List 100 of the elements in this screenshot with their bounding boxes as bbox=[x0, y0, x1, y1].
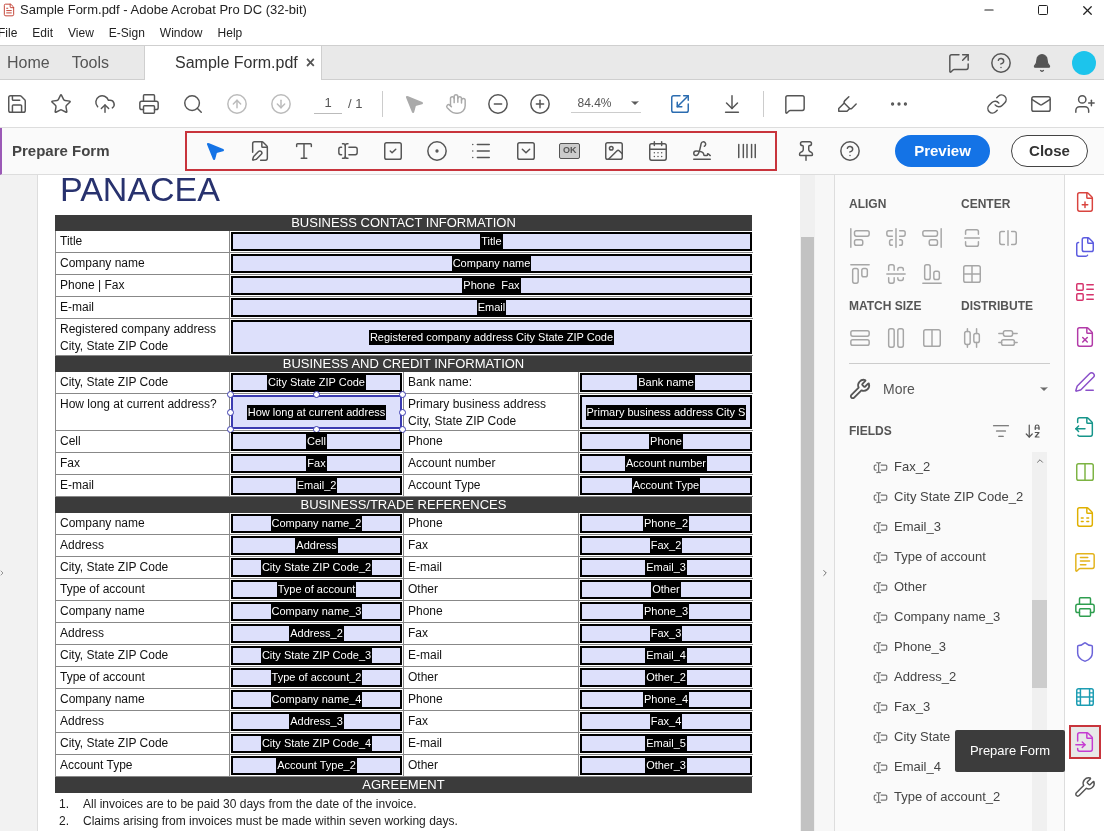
form-field[interactable]: Email bbox=[231, 298, 752, 317]
resize-handle[interactable] bbox=[313, 391, 320, 398]
panel-toggle[interactable] bbox=[815, 175, 835, 831]
form-icon[interactable] bbox=[1073, 731, 1096, 753]
form-field[interactable]: Fax_4 bbox=[580, 712, 752, 731]
field-list-item[interactable]: City State ZIP Code_2 bbox=[873, 482, 1032, 512]
form-field[interactable]: Registered company address City State ZIP Code bbox=[231, 320, 752, 354]
film-icon[interactable] bbox=[1073, 686, 1096, 708]
button-tool[interactable]: OK bbox=[558, 143, 581, 159]
zoom-dropdown[interactable]: 84.4% bbox=[571, 94, 642, 113]
field-list-item[interactable]: Other bbox=[873, 572, 1032, 602]
form-field[interactable]: Type of account bbox=[231, 580, 402, 599]
alphabetical-sort-icon[interactable] bbox=[1024, 422, 1042, 440]
text-field-icon[interactable] bbox=[337, 140, 360, 162]
resize-handle[interactable] bbox=[399, 409, 406, 416]
menu-item[interactable]: View bbox=[68, 23, 94, 42]
share-icon[interactable] bbox=[948, 51, 970, 74]
form-field[interactable]: City State ZIP Code_2 bbox=[231, 558, 402, 577]
help-icon[interactable] bbox=[990, 51, 1012, 74]
pen-icon[interactable] bbox=[1073, 371, 1096, 393]
form-field[interactable]: Email_5 bbox=[580, 734, 752, 753]
resize-handle[interactable] bbox=[227, 391, 234, 398]
form-field[interactable]: City State ZIP Code_4 bbox=[231, 734, 402, 753]
form-field[interactable]: City State ZIP Code bbox=[231, 373, 402, 392]
form-field[interactable]: Fax_2 bbox=[580, 536, 752, 555]
form-field[interactable]: Address_2 bbox=[231, 624, 402, 643]
bell-icon[interactable] bbox=[1032, 52, 1052, 73]
close-form-button[interactable]: Close bbox=[1011, 135, 1088, 167]
form-field[interactable]: Account number bbox=[580, 454, 752, 473]
form-field[interactable]: Other_2 bbox=[580, 668, 752, 687]
comment-icon[interactable] bbox=[784, 92, 807, 115]
form-field[interactable]: Cell bbox=[231, 432, 402, 451]
form-field[interactable]: Email_4 bbox=[580, 646, 752, 665]
form-field[interactable]: Phone_2 bbox=[580, 514, 752, 533]
link-icon[interactable] bbox=[986, 92, 1008, 115]
calendar-icon[interactable] bbox=[647, 140, 670, 162]
checkbox-icon[interactable] bbox=[381, 140, 404, 162]
wrench-icon[interactable] bbox=[1073, 776, 1096, 798]
search-icon[interactable] bbox=[182, 92, 204, 115]
field-list-item[interactable]: Type of account bbox=[873, 542, 1032, 572]
form-field[interactable]: Company name_3 bbox=[231, 602, 402, 621]
save-icon[interactable] bbox=[6, 92, 28, 115]
preview-button[interactable]: Preview bbox=[895, 135, 990, 167]
menu-item[interactable]: Help bbox=[217, 23, 243, 42]
field-list-item[interactable]: Email_3 bbox=[873, 512, 1032, 542]
form-field[interactable]: Phone_3 bbox=[580, 602, 752, 621]
star-icon[interactable] bbox=[50, 92, 72, 115]
form-field[interactable]: Company name bbox=[231, 254, 752, 273]
tab[interactable]: Tools bbox=[64, 46, 117, 79]
field-list-item[interactable]: Phone_3 bbox=[873, 632, 1032, 662]
form-field[interactable]: Email_3 bbox=[580, 558, 752, 577]
tab[interactable]: Home bbox=[0, 46, 57, 79]
pointer-icon[interactable] bbox=[204, 140, 227, 162]
dropdown-icon[interactable] bbox=[514, 140, 537, 162]
scroll-thumb[interactable] bbox=[1032, 600, 1047, 688]
printer-icon[interactable] bbox=[1073, 596, 1096, 618]
layout-icon[interactable] bbox=[1073, 281, 1096, 303]
tab[interactable]: Sample Form.pdf × bbox=[144, 46, 323, 80]
tab-close-button[interactable]: × bbox=[305, 51, 316, 75]
signature-icon[interactable] bbox=[691, 140, 714, 162]
form-field[interactable]: Company name_4 bbox=[231, 690, 402, 709]
form-field[interactable]: Primary business address City S bbox=[580, 395, 752, 429]
add-user-icon[interactable] bbox=[1074, 92, 1096, 115]
form-field[interactable]: Email_2 bbox=[231, 476, 402, 495]
file-arrow-icon[interactable] bbox=[1073, 416, 1096, 438]
help-icon[interactable] bbox=[839, 140, 861, 162]
resize-handle[interactable] bbox=[227, 409, 234, 416]
form-field[interactable]: Address bbox=[231, 536, 402, 555]
sort-icon[interactable] bbox=[992, 422, 1010, 440]
menu-item[interactable]: E-Sign bbox=[108, 23, 145, 42]
form-field[interactable]: Phone_4 bbox=[580, 690, 752, 709]
form-field[interactable]: Address_3 bbox=[231, 712, 402, 731]
menu-item[interactable]: Edit bbox=[32, 23, 54, 42]
field-list-item[interactable]: Fax_2 bbox=[873, 452, 1032, 482]
form-field[interactable]: Other_3 bbox=[580, 756, 752, 775]
fit-page-icon[interactable] bbox=[669, 92, 692, 115]
form-field[interactable]: Bank name bbox=[580, 373, 752, 392]
field-list-item[interactable]: Address_2 bbox=[873, 662, 1032, 692]
cloud-upload-icon[interactable] bbox=[94, 92, 116, 115]
form-field[interactable]: Other bbox=[580, 580, 752, 599]
form-field[interactable]: Phone Fax bbox=[231, 276, 752, 295]
form-field[interactable]: Title bbox=[231, 232, 752, 251]
field-list-item[interactable]: Type of account_2 bbox=[873, 782, 1032, 812]
menu-item[interactable]: Window bbox=[159, 23, 203, 42]
print-icon[interactable] bbox=[138, 92, 160, 115]
form-field[interactable]: Company name_2 bbox=[231, 514, 402, 533]
zoom-in-icon[interactable] bbox=[529, 92, 552, 115]
radio-button-icon[interactable] bbox=[425, 140, 448, 162]
form-field[interactable]: Type of account_2 bbox=[231, 668, 402, 687]
field-list-item[interactable]: Fax_3 bbox=[873, 692, 1032, 722]
form-field[interactable]: Account Type_2 bbox=[231, 756, 402, 775]
scroll-thumb[interactable] bbox=[801, 237, 814, 831]
form-field[interactable]: Fax_3 bbox=[580, 624, 752, 643]
field-list-item[interactable]: Company name_3 bbox=[873, 602, 1032, 632]
scrollbar[interactable] bbox=[800, 175, 815, 831]
form-field[interactable]: City State ZIP Code_3 bbox=[231, 646, 402, 665]
files-icon[interactable] bbox=[1073, 236, 1096, 258]
form-field[interactable]: How long at current address bbox=[231, 395, 402, 429]
form-field[interactable]: Account Type bbox=[580, 476, 752, 495]
more-dropdown[interactable]: More bbox=[849, 378, 1050, 400]
